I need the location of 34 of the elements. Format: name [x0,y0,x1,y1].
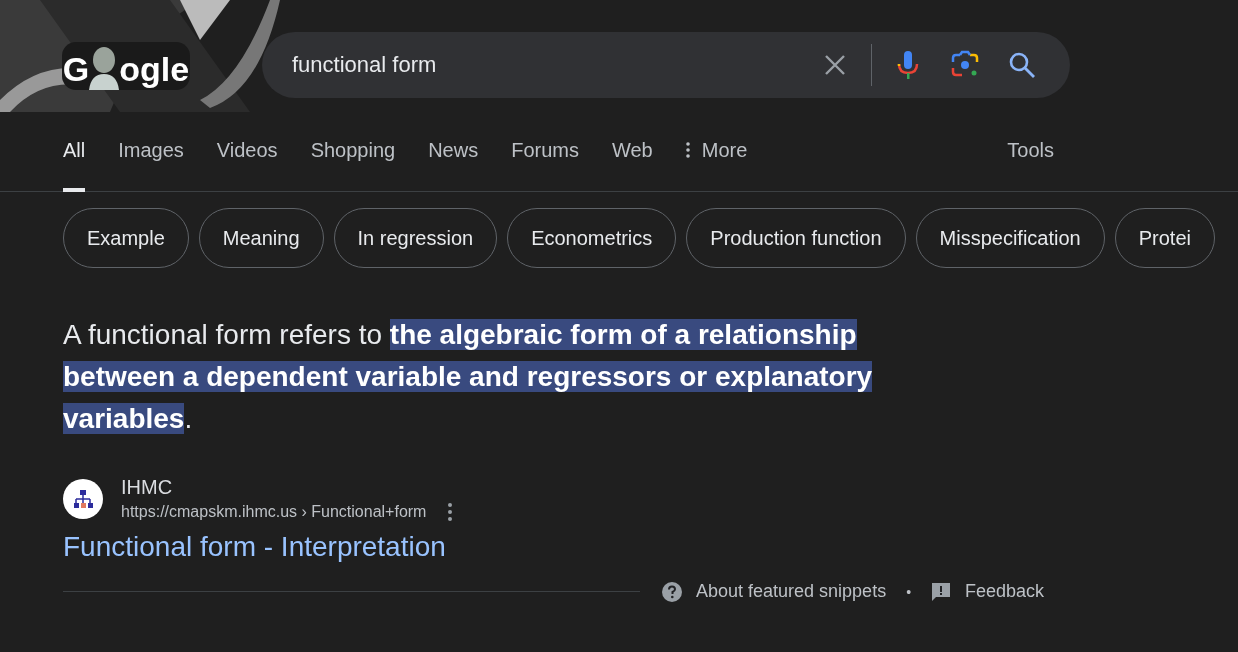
separator-dot: • [906,583,912,600]
help-icon[interactable] [662,581,682,602]
microphone-icon[interactable] [896,50,920,80]
suggestion-chip[interactable]: Example [63,208,189,268]
search-tab[interactable]: Videos [216,111,278,192]
snippet-text: A functional form refers to the algebraic form of a relationship between a dependent variable and regressors or explanatory variables. [63,318,874,436]
search-bar[interactable]: functional form [262,32,1070,98]
result-title-link[interactable]: Functional form - Interpretation [63,531,446,563]
search-tab[interactable]: Images [118,111,184,192]
search-tab[interactable]: Forums [511,111,579,192]
suggestion-chip[interactable]: Econometrics [507,208,677,268]
suggestion-chip[interactable]: Misspecification [915,208,1105,268]
more-tab[interactable]: More [685,111,748,192]
search-tab[interactable]: News [428,111,479,192]
suggestion-chip[interactable]: Production function [686,208,906,268]
suggestion-chip[interactable]: In regression [333,208,498,268]
vertical-dots-icon[interactable] [685,141,690,158]
about-snippets-link[interactable]: About featured snippets [696,581,887,602]
search-tab[interactable]: All [63,111,86,192]
suggestion-chip[interactable]: Protei [1114,208,1215,268]
more-options-icon[interactable] [448,503,453,521]
search-field[interactable]: functional form [292,52,823,78]
search-tab[interactable]: Web [611,111,653,192]
close-icon[interactable] [823,53,847,77]
site-logo-icon [63,478,103,519]
site-url[interactable]: https://cmapskm.ihmc.us › Functional+form [121,503,427,521]
feedback-icon[interactable] [931,581,952,602]
search-icon[interactable] [1008,51,1036,79]
search-tab[interactable]: Shopping [310,111,396,192]
logo-drawing[interactable]: G ogle [62,42,190,90]
tools-button[interactable]: Tools [1007,111,1054,192]
suggestion-chip[interactable]: Meaning [198,208,324,268]
feedback-link[interactable]: Feedback [965,581,1045,602]
site-name: IHMC [121,476,174,499]
